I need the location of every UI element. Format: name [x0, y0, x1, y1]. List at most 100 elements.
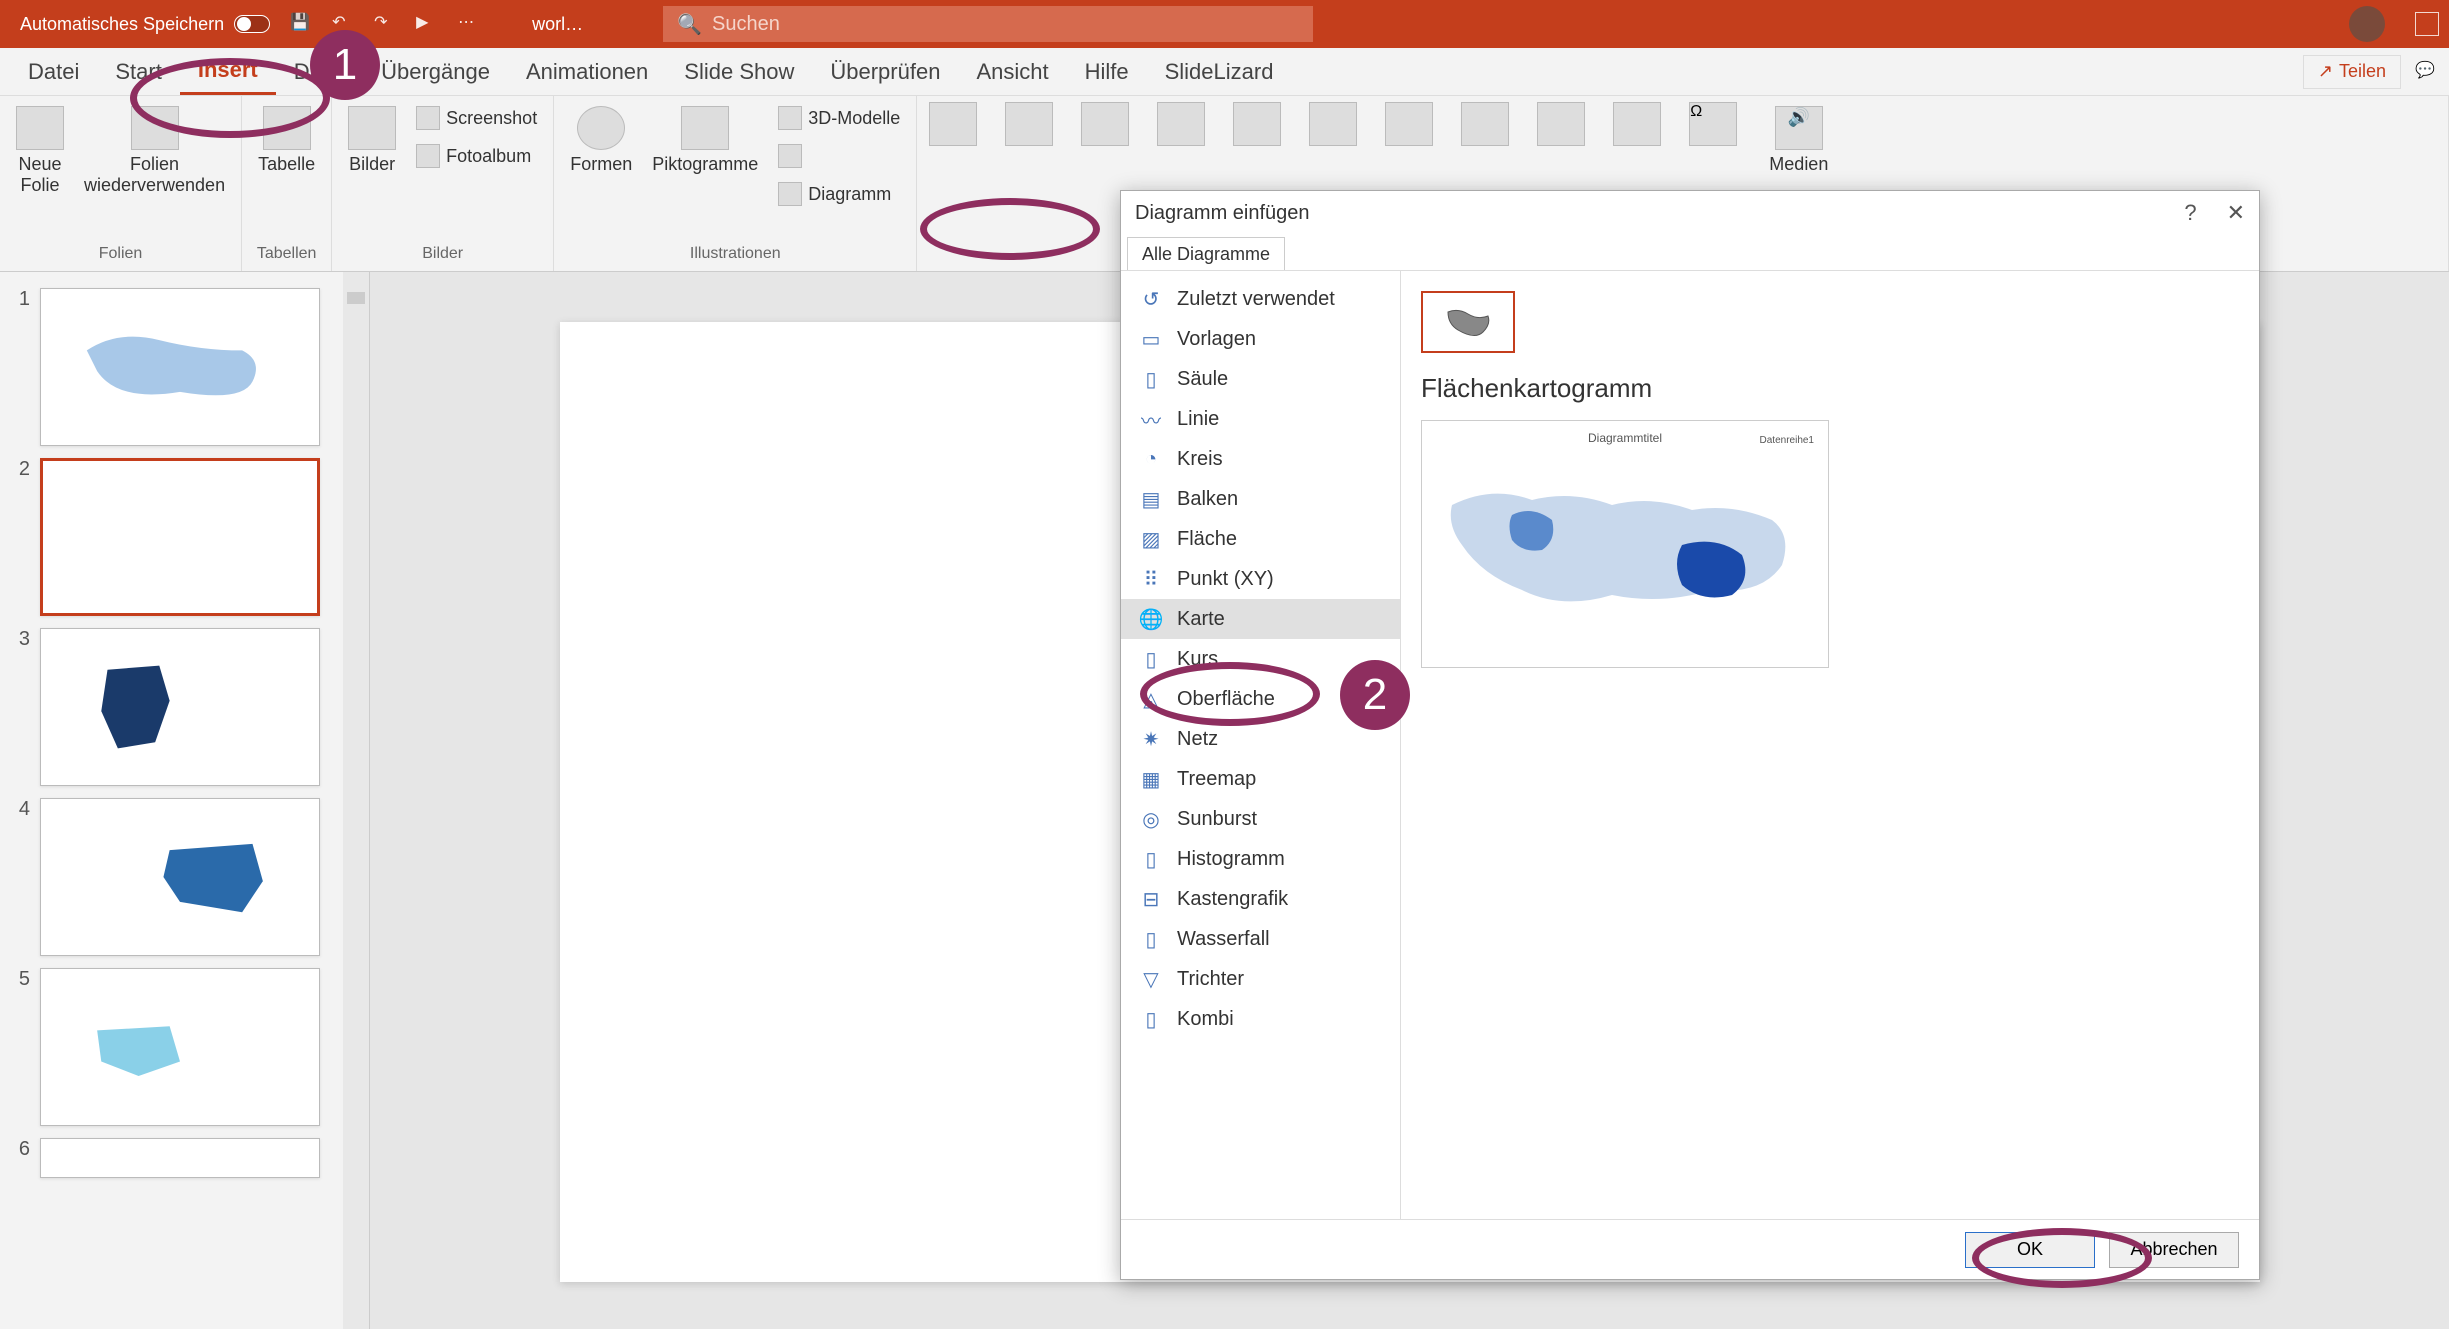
smartart-button[interactable]	[774, 140, 904, 172]
group-label: Folien	[12, 245, 229, 267]
chart-type-icon: ◬	[1139, 687, 1163, 711]
chart-type-item[interactable]: ▯Histogramm	[1121, 839, 1400, 879]
chart-type-item[interactable]: ◔Kreis	[1121, 439, 1400, 479]
chart-type-item[interactable]: ✷Netz	[1121, 719, 1400, 759]
scrollbar[interactable]	[343, 272, 369, 1329]
chart-type-item[interactable]: ⊟Kastengrafik	[1121, 879, 1400, 919]
screenshot-button[interactable]: Screenshot	[412, 102, 541, 134]
tab-ansicht[interactable]: Ansicht	[958, 48, 1066, 95]
new-slide-button[interactable]: Neue Folie	[12, 102, 68, 200]
slide-thumbnail[interactable]	[40, 288, 320, 446]
slide-thumbnail[interactable]	[40, 458, 320, 616]
chart-preview[interactable]: Diagrammtitel Datenreihe1	[1421, 420, 1829, 668]
table-button[interactable]: Tabelle	[254, 102, 319, 179]
chart-type-item[interactable]: ⠿Punkt (XY)	[1121, 559, 1400, 599]
tab-slidelizard[interactable]: SlideLizard	[1147, 48, 1292, 95]
share-button[interactable]: ↗ Teilen	[2303, 55, 2401, 89]
more-icon[interactable]: ⋯	[458, 12, 482, 36]
slide-thumbnail[interactable]	[40, 968, 320, 1126]
insert-chart-dialog: Diagramm einfügen ? ✕ Alle Diagramme ↺Zu…	[1120, 190, 2260, 1280]
reuse-slides-button[interactable]: Folien wiederverwenden	[80, 102, 229, 200]
chart-type-item[interactable]: ◬Oberfläche	[1121, 679, 1400, 719]
textbox-icon[interactable]	[1385, 102, 1433, 146]
action-icon[interactable]	[1157, 102, 1205, 146]
comments-icon[interactable]: 💬	[2415, 60, 2439, 84]
chart-subtype[interactable]	[1421, 291, 1515, 353]
tab-insert[interactable]: Insert	[180, 48, 276, 95]
slide-thumbnail[interactable]	[40, 1138, 320, 1178]
chart-type-item[interactable]: ▨Fläche	[1121, 519, 1400, 559]
star-icon[interactable]	[1233, 102, 1281, 146]
chart-type-item[interactable]: ▭Vorlagen	[1121, 319, 1400, 359]
date-icon[interactable]	[1613, 102, 1661, 146]
undo-icon[interactable]: ↶	[332, 12, 356, 36]
photoalbum-button[interactable]: Fotoalbum	[412, 140, 541, 172]
chart-type-label: Trichter	[1177, 968, 1244, 991]
search-box[interactable]: 🔍 Suchen	[663, 6, 1313, 42]
save-icon[interactable]: 💾	[290, 12, 314, 36]
chart-type-item[interactable]: ▯Wasserfall	[1121, 919, 1400, 959]
chart-type-icon: ▤	[1139, 487, 1163, 511]
help-icon[interactable]: ?	[2184, 200, 2196, 226]
chart-type-icon: ▽	[1139, 967, 1163, 991]
tab-hilfe[interactable]: Hilfe	[1067, 48, 1147, 95]
autosave-toggle[interactable]: Automatisches Speichern	[20, 14, 270, 35]
slide-thumbnail[interactable]	[40, 628, 320, 786]
header-footer-icon[interactable]	[1461, 102, 1509, 146]
slide-thumbnail[interactable]	[40, 798, 320, 956]
zoom-icon[interactable]	[1005, 102, 1053, 146]
media-label: Medien	[1769, 154, 1828, 175]
link-icon[interactable]	[1081, 102, 1129, 146]
tab-all-charts[interactable]: Alle Diagramme	[1127, 237, 1285, 270]
group-illustrationen: Formen Piktogramme 3D-Modelle Diagramm	[554, 96, 917, 271]
symbol-icon[interactable]: Ω	[1689, 102, 1737, 146]
tab-datei[interactable]: Datei	[10, 48, 97, 95]
shapes-button[interactable]: Formen	[566, 102, 636, 179]
chart-type-label: Kurs	[1177, 648, 1218, 671]
3d-models-button[interactable]: 3D-Modelle	[774, 102, 904, 134]
ribbon-display-icon[interactable]	[2415, 12, 2439, 36]
toggle-switch-icon[interactable]	[234, 15, 270, 33]
close-icon[interactable]: ✕	[2227, 200, 2245, 226]
cancel-button[interactable]: Abbrechen	[2109, 1232, 2239, 1268]
chart-type-item[interactable]: ▯ Kurs	[1121, 639, 1400, 679]
user-avatar[interactable]	[2349, 6, 2385, 42]
chart-type-item[interactable]: ▯Säule	[1121, 359, 1400, 399]
slideshow-icon[interactable]: ▶	[416, 12, 440, 36]
tab-draw[interactable]: Draw	[276, 48, 363, 95]
piktogramme-icon	[681, 106, 729, 150]
icons-button[interactable]: Piktogramme	[648, 102, 762, 179]
media-button[interactable]: 🔊 Medien	[1765, 102, 1832, 179]
chart-type-item[interactable]: 🌐Karte	[1121, 599, 1400, 639]
pictures-label: Bilder	[349, 154, 395, 175]
pictures-button[interactable]: Bilder	[344, 102, 400, 179]
chart-type-item[interactable]: ▦Treemap	[1121, 759, 1400, 799]
addin-icon[interactable]	[929, 102, 977, 146]
redo-icon[interactable]: ↷	[374, 12, 398, 36]
chart-type-item[interactable]: ▯Kombi	[1121, 999, 1400, 1039]
chart-type-item[interactable]: ▤Balken	[1121, 479, 1400, 519]
chart-type-icon: ▯	[1139, 927, 1163, 951]
chart-type-item[interactable]: ▽ Trichter	[1121, 959, 1400, 999]
cube-icon	[778, 106, 802, 130]
slide-number: 3	[10, 628, 30, 651]
slide-number: 5	[10, 968, 30, 991]
comment-icon[interactable]	[1309, 102, 1357, 146]
chart-button[interactable]: Diagramm	[774, 178, 904, 210]
chart-type-item[interactable]: 〰Linie	[1121, 399, 1400, 439]
chart-type-label: Linie	[1177, 408, 1219, 431]
chart-type-item[interactable]: ↺Zuletzt verwendet	[1121, 279, 1400, 319]
screenshot-label: Screenshot	[446, 108, 537, 129]
document-name[interactable]: worl…	[532, 14, 583, 35]
tab-uebergaenge[interactable]: Übergänge	[363, 48, 508, 95]
tab-animationen[interactable]: Animationen	[508, 48, 666, 95]
chart-type-item[interactable]: ◎Sunburst	[1121, 799, 1400, 839]
slide-number: 2	[10, 458, 30, 481]
chart-type-icon: ⠿	[1139, 567, 1163, 591]
tab-start[interactable]: Start	[97, 48, 179, 95]
tab-slideshow[interactable]: Slide Show	[666, 48, 812, 95]
tab-ueberpruefen[interactable]: Überprüfen	[812, 48, 958, 95]
wordart-icon[interactable]	[1537, 102, 1585, 146]
ok-button[interactable]: OK	[1965, 1232, 2095, 1268]
chart-type-icon: ▯	[1139, 647, 1163, 671]
